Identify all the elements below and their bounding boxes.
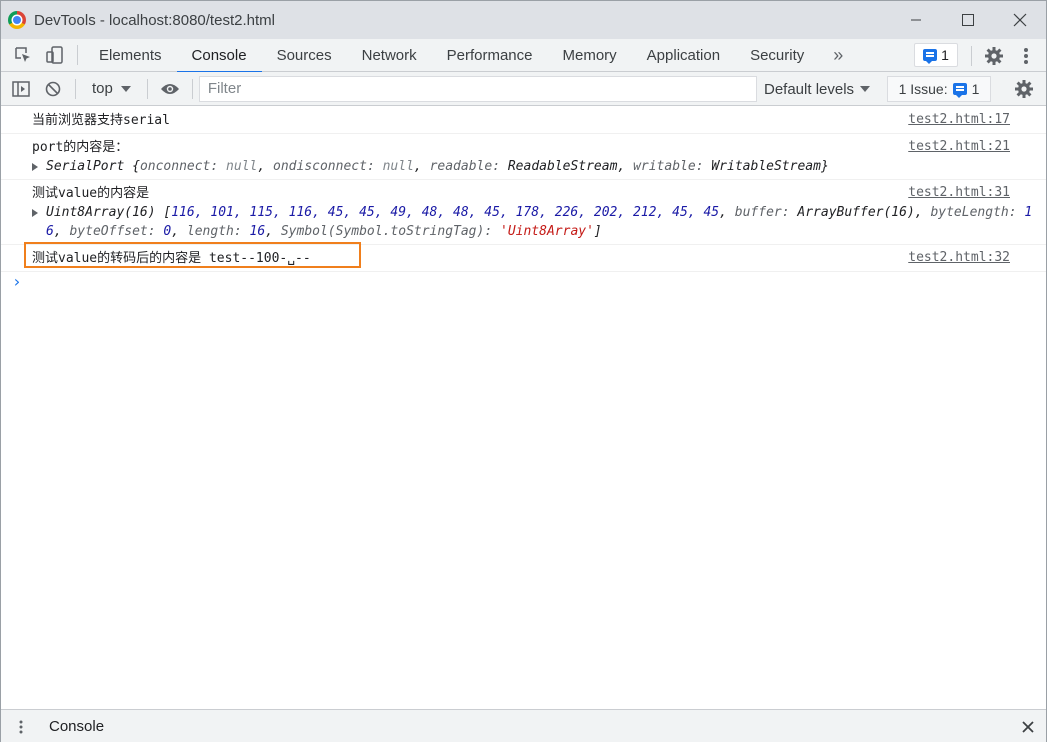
device-toggle-icon (46, 46, 63, 64)
close-icon (1022, 721, 1034, 733)
console-message: 测试value的转码后的内容是 test--100-␣-- test2.html… (1, 242, 1046, 272)
minimize-button[interactable] (890, 1, 942, 39)
source-link[interactable]: test2.html:17 (908, 112, 1010, 127)
settings-button[interactable] (978, 40, 1010, 72)
clear-console-button[interactable] (37, 73, 69, 105)
tab-sources[interactable]: Sources (262, 39, 347, 72)
tab-application[interactable]: Application (632, 39, 735, 72)
console-message: port的内容是： test2.html:21 SerialPort {onco… (1, 134, 1046, 180)
more-vertical-icon (19, 720, 23, 733)
uint8array-object[interactable]: Uint8Array(16) [116, 101, 115, 116, 45, … (32, 203, 1046, 241)
eye-icon (160, 83, 179, 94)
source-link[interactable]: test2.html:31 (908, 185, 1010, 200)
divider (971, 45, 972, 66)
divider (191, 78, 193, 99)
filter-input[interactable]: Filter (198, 75, 757, 102)
device-toolbar-button[interactable] (39, 39, 71, 71)
close-window-button[interactable] (994, 1, 1046, 39)
highlight-box (24, 242, 361, 268)
drawer-menu-button[interactable] (1, 720, 41, 734)
console-settings-button[interactable] (1008, 73, 1040, 105)
sidebar-toggle-icon (12, 80, 30, 97)
tabbar-right (965, 39, 1046, 72)
message-icon (923, 49, 938, 64)
close-drawer-button[interactable] (1022, 716, 1034, 739)
tab-network[interactable]: Network (347, 39, 432, 72)
log-levels-label: Default levels (764, 80, 855, 98)
divider (77, 45, 78, 65)
clear-icon (45, 81, 61, 96)
console-message: 测试value的内容是 test2.html:31 Uint8Array(16)… (1, 180, 1046, 245)
object-preview: SerialPort {onconnect: null, ondisconnec… (46, 159, 829, 174)
issues-label: 1 Issue: (898, 81, 948, 97)
divider (146, 78, 148, 99)
customize-menu-button[interactable] (1010, 40, 1042, 72)
more-vertical-icon (1024, 47, 1028, 64)
title-bar: DevTools - localhost:8080/test2.html (1, 1, 1046, 39)
tab-performance[interactable]: Performance (432, 39, 548, 72)
more-tabs-button[interactable]: » (819, 45, 857, 66)
messages-count: 1 (941, 47, 949, 63)
log-levels-dropdown[interactable]: Default levels (764, 72, 871, 106)
issue-message-icon (952, 83, 967, 98)
minimize-icon (911, 19, 921, 21)
dropdown-arrow-icon (120, 85, 131, 92)
source-link[interactable]: test2.html:21 (908, 139, 1010, 154)
context-value: top (92, 80, 113, 97)
inspect-element-button[interactable] (7, 39, 39, 71)
tab-memory[interactable]: Memory (548, 39, 632, 72)
maximize-icon (962, 14, 974, 26)
gear-icon (1015, 80, 1033, 98)
log-text: port的内容是： (32, 140, 129, 155)
window-title: DevTools - localhost:8080/test2.html (34, 11, 275, 29)
drawer: Console (1, 709, 1046, 742)
tab-security[interactable]: Security (735, 39, 819, 72)
log-text: 当前浏览器支持serial (32, 113, 170, 128)
object-preview: Uint8Array(16) [116, 101, 115, 116, 45, … (46, 205, 1033, 239)
divider (75, 78, 76, 99)
devtools-tab-bar: Elements Console Sources Network Perform… (1, 39, 1046, 73)
issues-button[interactable]: 1 Issue: 1 (887, 76, 991, 102)
issues-count: 1 (971, 81, 980, 97)
show-sidebar-button[interactable] (5, 73, 37, 105)
serialport-object[interactable]: SerialPort {onconnect: null, ondisconnec… (32, 157, 1046, 176)
source-link[interactable]: test2.html:32 (908, 250, 1010, 265)
dropdown-arrow-icon (860, 86, 871, 92)
tab-console[interactable]: Console (176, 39, 262, 73)
console-toolbar: top Filter Default levels 1 Issue: 1 (1, 72, 1046, 106)
console-message: 当前浏览器支持serial test2.html:17 (1, 107, 1046, 134)
console-prompt[interactable]: › (1, 272, 1046, 292)
console-output: 当前浏览器支持serial test2.html:17 port的内容是： te… (1, 107, 1046, 707)
close-icon (1013, 13, 1027, 27)
devtools-window: DevTools - localhost:8080/test2.html Ele… (0, 0, 1047, 742)
drawer-tab-console[interactable]: Console (41, 710, 113, 742)
live-expression-button[interactable] (154, 73, 186, 105)
messages-badge-button[interactable]: 1 (914, 43, 958, 67)
expand-triangle-icon[interactable] (32, 163, 38, 171)
window-controls (890, 1, 1046, 39)
chrome-logo-icon (8, 11, 26, 29)
log-text: 测试value的内容是 (32, 186, 150, 201)
inspect-cursor-icon (15, 47, 30, 62)
tab-elements[interactable]: Elements (84, 39, 177, 72)
maximize-button[interactable] (942, 1, 994, 39)
gear-icon (985, 46, 1003, 65)
expand-triangle-icon[interactable] (32, 209, 38, 217)
context-selector[interactable]: top (82, 80, 141, 97)
